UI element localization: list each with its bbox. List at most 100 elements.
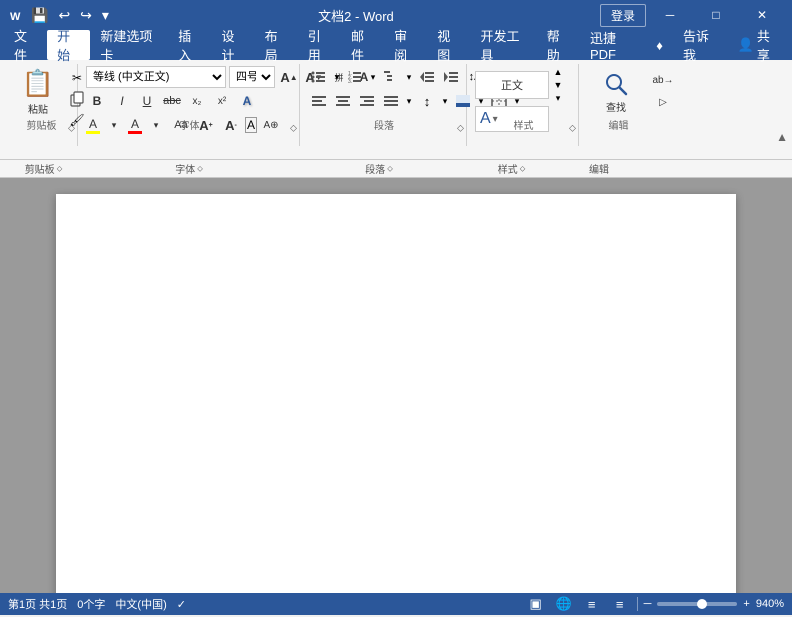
zoom-plus[interactable]: + (743, 598, 749, 610)
align-center-button[interactable] (332, 90, 354, 112)
font-section-label[interactable]: 字体⬦ (79, 161, 299, 176)
para-expand-icon[interactable]: ⬦ (457, 123, 464, 134)
title-left: W 💾 ↩ ↪ ▾ (8, 5, 112, 26)
increase-indent-button[interactable] (440, 66, 462, 88)
ribbon-labels-bar: 剪贴板⬦ 字体⬦ 段落⬦ 样式⬦ 编辑 (0, 160, 792, 178)
multilevel-button[interactable] (380, 66, 402, 88)
word-logo-icon: W (8, 7, 24, 23)
replace-button[interactable]: ab→ (649, 70, 677, 90)
numbering-dropdown[interactable]: ▾ (368, 66, 378, 88)
menu-diamond[interactable]: ♦ (646, 30, 673, 60)
zoom-slider[interactable] (657, 602, 737, 606)
numbering-button[interactable]: 1.2.3. (344, 66, 366, 88)
menu-pdf[interactable]: 迅捷PDF (580, 30, 646, 60)
menu-mailings[interactable]: 邮件 (341, 30, 384, 60)
subscript-button[interactable]: x₂ (186, 90, 208, 112)
styles-section-label[interactable]: 样式⬦ (459, 161, 564, 176)
editing-label: 编辑 (581, 117, 656, 132)
page-info: 第1页 共1页 (8, 596, 67, 612)
ribbon-row: 📋 粘贴 ✂ 🖌 (6, 64, 786, 146)
style-scroll-up[interactable]: ▲ (551, 66, 565, 78)
svg-text:W: W (10, 11, 21, 23)
word-count: 0个字 (77, 596, 105, 612)
paste-button[interactable]: 📋 粘贴 (12, 66, 64, 118)
strikethrough-button[interactable]: abc (161, 90, 183, 112)
menu-insert[interactable]: 插入 (168, 30, 211, 60)
outline-view-button[interactable]: ≡ (581, 595, 603, 613)
ribbon-collapse-button[interactable]: ▲ (776, 130, 788, 144)
align-left-button[interactable] (308, 90, 330, 112)
menu-view[interactable]: 视图 (427, 30, 470, 60)
style-scroll-down[interactable]: ▼ (551, 79, 565, 91)
menu-references[interactable]: 引用 (298, 30, 341, 60)
web-view-button[interactable]: 🌐 (553, 595, 575, 613)
styles-expand-icon[interactable]: ⬦ (569, 123, 576, 134)
document-page[interactable] (56, 194, 736, 593)
justify-dropdown[interactable]: ▾ (404, 90, 414, 112)
multilevel-dropdown[interactable]: ▾ (404, 66, 414, 88)
customize-button[interactable]: ▾ (99, 5, 112, 26)
login-button[interactable]: 登录 (600, 4, 646, 27)
bullets-button[interactable] (308, 66, 330, 88)
status-right: ▣ 🌐 ≡ ≡ ─ + 940% (525, 595, 784, 613)
font-expand-icon[interactable]: ⬦ (290, 123, 297, 134)
menu-file[interactable]: 文件 (4, 30, 47, 60)
undo-button[interactable]: ↩ (55, 5, 73, 26)
find-button[interactable]: 查找 (587, 66, 645, 118)
line-spacing-button[interactable]: ↕ (416, 90, 438, 112)
redo-button[interactable]: ↪ (77, 5, 95, 26)
svg-text:3.: 3. (348, 79, 352, 84)
clipboard-label: 剪贴板 (6, 117, 77, 132)
font-size-select[interactable]: 四号 (229, 66, 275, 88)
bold-button[interactable]: B (86, 90, 108, 112)
select-button[interactable]: ▷ (649, 92, 677, 112)
clipboard-section-label[interactable]: 剪贴板⬦ (8, 161, 79, 176)
paragraph-section-label[interactable]: 段落⬦ (299, 161, 459, 176)
clipboard-expand-icon[interactable]: ⬦ (68, 123, 75, 134)
menu-newtab[interactable]: 新建选项卡 (90, 30, 168, 60)
zoom-thumb[interactable] (697, 599, 707, 609)
menu-home[interactable]: 开始 (47, 30, 90, 60)
print-view-button[interactable]: ▣ (525, 595, 547, 613)
menu-share[interactable]: 👤共享 (728, 30, 788, 60)
language[interactable]: 中文(中国) (115, 596, 166, 612)
window-title: 文档2 - Word (318, 6, 394, 25)
menu-help[interactable]: 帮助 (537, 30, 580, 60)
quick-access-toolbar: 💾 ↩ ↪ ▾ (28, 5, 112, 26)
status-left: 第1页 共1页 0个字 中文(中国) ✓ (8, 596, 186, 612)
menu-tellme[interactable]: 告诉我 (673, 30, 728, 60)
font-row2: B I U abc x₂ x² A (86, 90, 258, 112)
increase-font-size-button[interactable]: A▲ (278, 66, 300, 88)
paragraph-group: ▾ 1.2.3. ▾ ▾ ↕A ¶ (302, 64, 467, 146)
justify-button[interactable] (380, 90, 402, 112)
marks-icon[interactable]: ✓ (177, 598, 186, 611)
bullets-dropdown[interactable]: ▾ (332, 66, 342, 88)
draft-view-button[interactable]: ≡ (609, 595, 631, 613)
underline-button[interactable]: U (136, 90, 158, 112)
font-group: 等线 (中文正文) 四号 A▲ A▼ 拼 A B I U abc x₂ x (80, 64, 300, 146)
style-expand[interactable]: ▾ (551, 92, 565, 104)
save-button[interactable]: 💾 (28, 5, 51, 26)
zoom-minus[interactable]: ─ (644, 598, 652, 610)
decrease-indent-button[interactable] (416, 66, 438, 88)
ribbon-content: 📋 粘贴 ✂ 🖌 (0, 60, 792, 160)
editing-section-label[interactable]: 编辑 (564, 161, 634, 176)
menu-bar: 文件 开始 新建选项卡 插入 设计 布局 引用 邮件 审阅 视图 开发工具 帮助… (0, 30, 792, 60)
menu-review[interactable]: 审阅 (384, 30, 427, 60)
text-effect-button[interactable]: A (236, 90, 258, 112)
style-normal-button[interactable]: 正文 (475, 71, 549, 99)
menu-devtools[interactable]: 开发工具 (470, 30, 536, 60)
divider (637, 597, 638, 611)
menu-design[interactable]: 设计 (211, 30, 254, 60)
superscript-button[interactable]: x² (211, 90, 233, 112)
menu-layout[interactable]: 布局 (255, 30, 298, 60)
zoom-level[interactable]: 940% (756, 598, 784, 610)
para-label: 段落 (302, 117, 466, 132)
editing-group: 查找 ab→ ▷ 编辑 (581, 64, 656, 146)
document-area[interactable] (0, 178, 792, 593)
styles-label: 样式 (469, 117, 578, 132)
align-right-button[interactable] (356, 90, 378, 112)
font-name-select[interactable]: 等线 (中文正文) (86, 66, 226, 88)
line-spacing-dropdown[interactable]: ▾ (440, 90, 450, 112)
italic-button[interactable]: I (111, 90, 133, 112)
